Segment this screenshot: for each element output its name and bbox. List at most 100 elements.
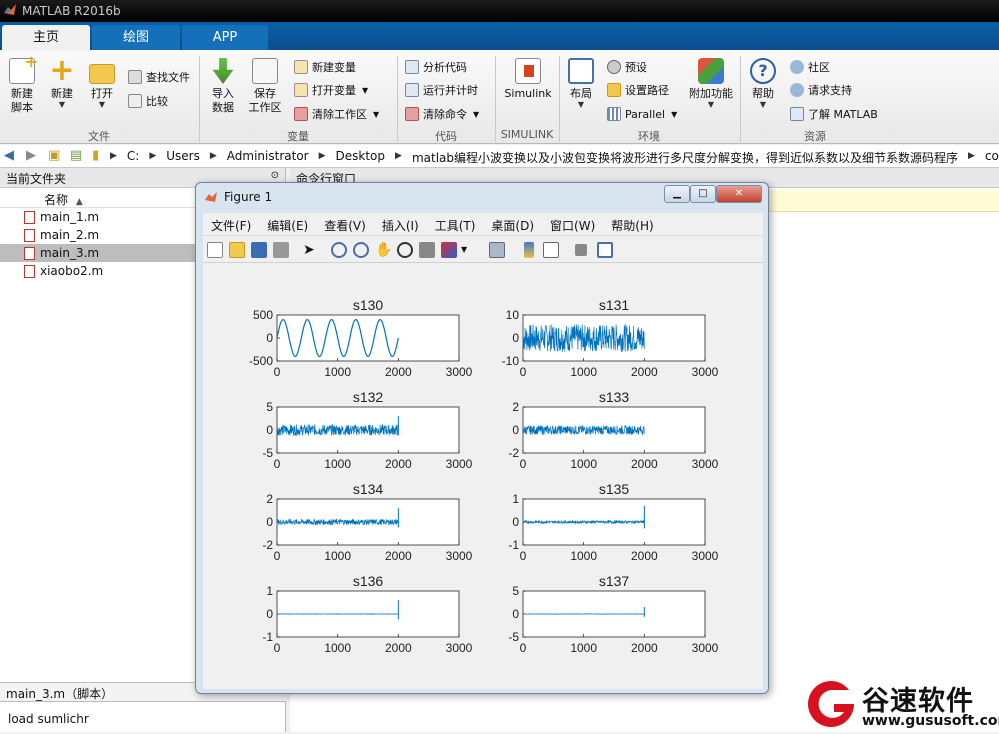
details-file-label: main_3.m（脚本） [6,687,113,701]
import-data-button[interactable]: 导入 数据 [204,58,242,115]
pointer-icon[interactable]: ➤ [303,242,319,258]
group-label-code: 代码 [398,128,494,144]
chevron-down-icon: ▼ [671,110,677,119]
x-tick-label: 2000 [631,365,658,379]
compare-button[interactable]: 比较 [128,92,168,110]
menu-tools[interactable]: 工具(T) [435,217,476,235]
menu-desktop[interactable]: 桌面(D) [491,217,534,235]
menu-insert[interactable]: 插入(I) [382,217,419,235]
breadcrumb-item[interactable]: matlab编程小波变换以及小波包变换将波形进行多尺度分解变换，得到近似系数以及… [412,149,958,166]
x-tick-label: 3000 [446,641,473,655]
find-files-button[interactable]: 查找文件 [128,68,190,86]
y-tick-label: 5 [512,584,519,598]
x-tick-label: 2000 [385,549,412,563]
new-variable-button[interactable]: 新建变量 [294,58,356,76]
community-button[interactable]: 社区 [790,58,830,76]
brush-icon[interactable] [441,242,457,258]
breadcrumb-item[interactable]: Administrator [227,149,309,166]
request-support-button[interactable]: 请求支持 [790,81,852,99]
save-workspace-button[interactable]: 保存 工作区 [245,58,285,115]
x-tick-label: 2000 [631,549,658,563]
x-tick-label: 1000 [324,641,351,655]
rotate-3d-icon[interactable] [397,242,413,258]
help-icon: ? [750,58,776,84]
breadcrumb-item[interactable]: Desktop [336,149,386,166]
clear-commands-button[interactable]: 清除命令▼ [405,105,479,123]
y-tick-label: 0 [266,331,273,345]
zoom-in-icon[interactable] [331,242,347,258]
menu-edit[interactable]: 编辑(E) [267,217,308,235]
hide-plot-tools-icon[interactable] [575,244,587,256]
new-button[interactable]: + 新建 ▼ [46,58,78,109]
learn-icon [790,107,804,121]
y-tick-label: 0 [512,331,519,345]
menu-file[interactable]: 文件(F) [211,217,251,235]
new-script-label-1: 新建 [4,87,40,101]
run-and-time-button[interactable]: 运行并计时 [405,81,478,99]
open-file-icon[interactable] [229,242,245,258]
x-tick-label: 3000 [446,365,473,379]
back-arrow-icon[interactable]: ◀ [4,148,14,163]
folder-icon: ▮ [92,148,99,163]
save-icon[interactable] [251,242,267,258]
menu-help[interactable]: 帮助(H) [611,217,653,235]
maximize-button[interactable]: □ [690,185,716,203]
show-plot-tools-icon[interactable] [597,242,613,258]
simulink-button[interactable]: Simulink [502,58,554,101]
open-variable-icon [294,83,308,97]
set-path-button[interactable]: 设置路径 [607,81,669,99]
breadcrumb-item[interactable]: code [985,149,999,166]
colorbar-icon[interactable] [524,242,534,258]
up-folder-icon[interactable]: ▣ [48,148,60,163]
layout-button[interactable]: 布局 ▼ [565,58,597,109]
x-tick-label: 0 [520,641,527,655]
close-button[interactable]: ✕ [716,185,762,203]
subplot-title: s130 [353,297,384,313]
breadcrumb-item[interactable]: C: [127,149,139,166]
print-icon[interactable] [273,242,289,258]
subplot-title: s132 [353,389,384,405]
menu-view[interactable]: 查看(V) [324,217,366,235]
add-ons-button[interactable]: 附加功能 ▼ [688,58,734,109]
x-tick-label: 3000 [692,457,719,471]
chevron-down-icon: ▼ [362,86,368,95]
help-button[interactable]: ? 帮助 ▼ [746,58,780,109]
clear-workspace-button[interactable]: 清除工作区▼ [294,105,379,123]
forward-arrow-icon[interactable]: ▶ [26,148,36,163]
file-name: main_2.m [40,228,99,242]
open-variable-button[interactable]: 打开变量▼ [294,81,368,99]
figure-title-bar[interactable]: Figure 1 ▁ □ ✕ [196,183,768,211]
y-tick-label: -1 [262,630,273,644]
figure-canvas[interactable]: s13001000200030005000-500s13101000200030… [203,263,763,689]
analyze-code-button[interactable]: 分析代码 [405,58,467,76]
pane-menu-icon[interactable]: ⊙ [271,170,279,181]
tab-plots[interactable]: 绘图 [92,25,180,50]
new-figure-icon[interactable] [207,242,223,258]
group-label-simulink: SIMULINK [496,128,558,141]
chevron-down-icon: ▼ [373,110,379,119]
zoom-out-icon[interactable] [353,242,369,258]
minimize-button[interactable]: ▁ [664,185,690,203]
browse-folder-icon[interactable]: ▤ [70,148,82,163]
menu-window[interactable]: 窗口(W) [550,217,595,235]
x-tick-label: 0 [520,365,527,379]
data-cursor-icon[interactable] [419,242,435,258]
x-tick-label: 1000 [324,365,351,379]
chevron-down-icon[interactable]: ▼ [461,242,477,258]
x-tick-label: 1000 [570,457,597,471]
figure-window[interactable]: Figure 1 ▁ □ ✕ 文件(F) 编辑(E) 查看(V) 插入(I) 工… [195,182,769,694]
pan-icon[interactable]: ✋ [375,242,391,258]
link-plot-icon[interactable] [489,242,505,258]
legend-icon[interactable] [543,242,559,258]
new-script-button[interactable]: + 新建 脚本 [4,58,40,115]
x-tick-label: 0 [274,457,281,471]
parallel-button[interactable]: Parallel▼ [607,105,677,123]
learn-matlab-button[interactable]: 了解 MATLAB [790,105,878,123]
y-tick-label: 0 [512,607,519,621]
tab-home[interactable]: 主页 [2,25,90,50]
tab-apps[interactable]: APP [182,25,268,50]
chevron-down-icon: ▼ [565,101,597,109]
preferences-button[interactable]: 预设 [607,58,647,76]
open-button[interactable]: 打开 ▼ [86,58,118,109]
breadcrumb-item[interactable]: Users [166,149,200,166]
